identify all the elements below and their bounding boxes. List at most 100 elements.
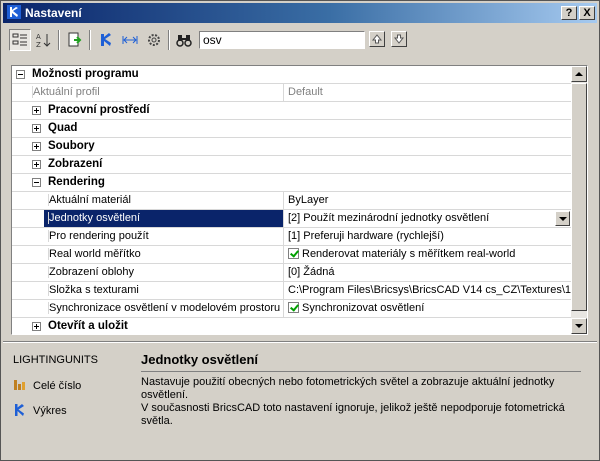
property-name: Jednotky osvětlení (48, 212, 141, 224)
bricscad-button[interactable] (95, 29, 117, 51)
description-paragraph: V současnosti BricsCAD toto nastavení ig… (141, 402, 565, 427)
expand-icon[interactable] (32, 106, 41, 115)
bricscad-logo-icon (7, 5, 21, 19)
property-grid[interactable]: Možnosti programu Aktuální profil Defaul… (11, 65, 588, 335)
gear-icon (148, 34, 160, 46)
property-name: Synchronizace osvětlení v modelovém pros… (48, 302, 281, 314)
scroll-up-arrow-icon[interactable] (571, 66, 587, 82)
property-row-sync-lighting[interactable]: Synchronizace osvětlení v modelovém pros… (12, 300, 572, 318)
group-label: Možnosti programu (32, 68, 139, 80)
expand-icon[interactable] (32, 160, 41, 169)
settings-window: Nastavení ? X A Z osv Možnosti programu … (0, 0, 600, 461)
search-input[interactable] (199, 31, 365, 49)
svg-text:A: A (36, 33, 41, 41)
description-paragraph: Nastavuje použití obecných nebo fotometr… (141, 376, 555, 401)
property-name: Složka s texturami (48, 284, 139, 296)
property-row-lighting-units[interactable]: Jednotky osvětlení [2] Použít mezinárodn… (12, 210, 572, 228)
arrow-down-icon (393, 34, 405, 44)
bricscad-drawing-icon (15, 404, 24, 416)
checkbox-label: Synchronizovat osvětlení (302, 302, 425, 314)
toolbar-separator (58, 30, 60, 50)
property-row-render-using[interactable]: Pro rendering použít [1] Preferuji hardw… (12, 228, 572, 246)
scrollbar-thumb[interactable] (571, 83, 587, 311)
expand-icon[interactable] (32, 322, 41, 331)
variable-name: LIGHTINGUNITS (13, 354, 98, 366)
scroll-down-arrow-icon[interactable] (571, 318, 587, 334)
description-separator (141, 371, 581, 372)
categorized-icon (12, 33, 27, 46)
settings-button[interactable] (143, 29, 165, 51)
property-value[interactable]: [1] Preferuji hardware (rychlejší) (283, 228, 572, 245)
scope-item: Výkres (13, 403, 67, 417)
property-name: Pro rendering použít (48, 230, 149, 242)
alphabetical-view-button[interactable]: A Z (33, 29, 55, 51)
chevron-down-icon[interactable] (555, 211, 570, 226)
find-previous-button[interactable] (369, 31, 385, 47)
description-title: Jednotky osvětlení (141, 352, 259, 367)
property-row-current-material[interactable]: Aktuální materiál ByLayer (12, 192, 572, 210)
group-label: Pracovní prostředí (48, 104, 150, 116)
dimension-icon (122, 36, 138, 44)
group-row-workspace[interactable]: Pracovní prostředí (12, 102, 572, 120)
group-label: Quad (48, 122, 78, 134)
sort-az-icon: A Z (36, 33, 51, 48)
expand-icon[interactable] (32, 124, 41, 133)
collapse-icon[interactable] (16, 70, 25, 79)
close-button[interactable]: X (579, 6, 595, 20)
svg-text:Z: Z (36, 41, 41, 48)
find-button[interactable] (173, 29, 195, 51)
group-row-files[interactable]: Soubory (12, 138, 572, 156)
property-value[interactable]: C:\Program Files\Bricsys\BricsCAD V14 cs… (283, 282, 572, 299)
toolbar-separator (89, 30, 91, 50)
property-value: Default (283, 84, 572, 101)
bricscad-icon (101, 33, 111, 46)
group-row-open-save[interactable]: Otevřít a uložit (12, 318, 572, 334)
help-button[interactable]: ? (561, 6, 577, 20)
group-label: Soubory (48, 140, 95, 152)
expand-icon[interactable] (32, 142, 41, 151)
property-value-checkbox[interactable]: Renderovat materiály s měřítkem real-wor… (283, 246, 572, 263)
group-row-quad[interactable]: Quad (12, 120, 572, 138)
property-value[interactable]: [0] Žádná (283, 264, 572, 281)
group-row-display[interactable]: Zobrazení (12, 156, 572, 174)
toolbar-separator (168, 30, 170, 50)
integer-icon (14, 380, 25, 390)
property-row-real-world-scale[interactable]: Real world měřítko Renderovat materiály … (12, 246, 572, 264)
property-value-checkbox[interactable]: Synchronizovat osvětlení (283, 300, 572, 317)
property-value[interactable]: ByLayer (283, 192, 572, 209)
group-row-root[interactable]: Možnosti programu (12, 66, 572, 84)
group-label: Otevřít a uložit (48, 320, 128, 332)
export-button[interactable] (64, 29, 86, 51)
dropdown-selected-value: [2] Použít mezinárodní jednotky osvětlen… (288, 212, 490, 224)
checkbox-label: Renderovat materiály s měřítkem real-wor… (302, 248, 516, 260)
group-label: Rendering (48, 176, 105, 188)
property-value-dropdown[interactable]: [2] Použít mezinárodní jednotky osvětlen… (283, 210, 572, 227)
window-title: Nastavení (25, 6, 82, 20)
property-name: Zobrazení oblohy (48, 266, 134, 278)
description-text: Nastavuje použití obecných nebo fotometr… (141, 376, 581, 428)
checkbox-checked-icon[interactable] (288, 302, 299, 313)
property-name: Aktuální profil (32, 86, 100, 98)
property-name: Real world měřítko (48, 248, 141, 260)
property-row-texture-folder[interactable]: Složka s texturami C:\Program Files\Bric… (12, 282, 572, 300)
group-label: Zobrazení (48, 158, 103, 170)
binoculars-icon (176, 35, 192, 47)
property-row-sky-display[interactable]: Zobrazení oblohy [0] Žádná (12, 264, 572, 282)
value-type-item: Celé číslo (13, 378, 81, 392)
property-name: Aktuální materiál (48, 194, 131, 206)
value-type-label: Celé číslo (33, 380, 82, 392)
panel-divider[interactable] (3, 341, 597, 343)
checkbox-checked-icon[interactable] (288, 248, 299, 259)
arrow-up-icon (371, 34, 383, 44)
scope-label: Výkres (33, 405, 67, 417)
toolbar: A Z (3, 25, 597, 55)
vertical-scrollbar[interactable] (571, 66, 587, 334)
categorized-view-button[interactable] (9, 29, 31, 51)
group-row-rendering[interactable]: Rendering (12, 174, 572, 192)
find-next-button[interactable] (391, 31, 407, 47)
title-bar[interactable]: Nastavení ? X (3, 3, 597, 23)
property-row-profile[interactable]: Aktuální profil Default (12, 84, 572, 102)
dimension-button[interactable] (119, 29, 141, 51)
export-icon (68, 32, 82, 47)
collapse-icon[interactable] (32, 178, 41, 187)
